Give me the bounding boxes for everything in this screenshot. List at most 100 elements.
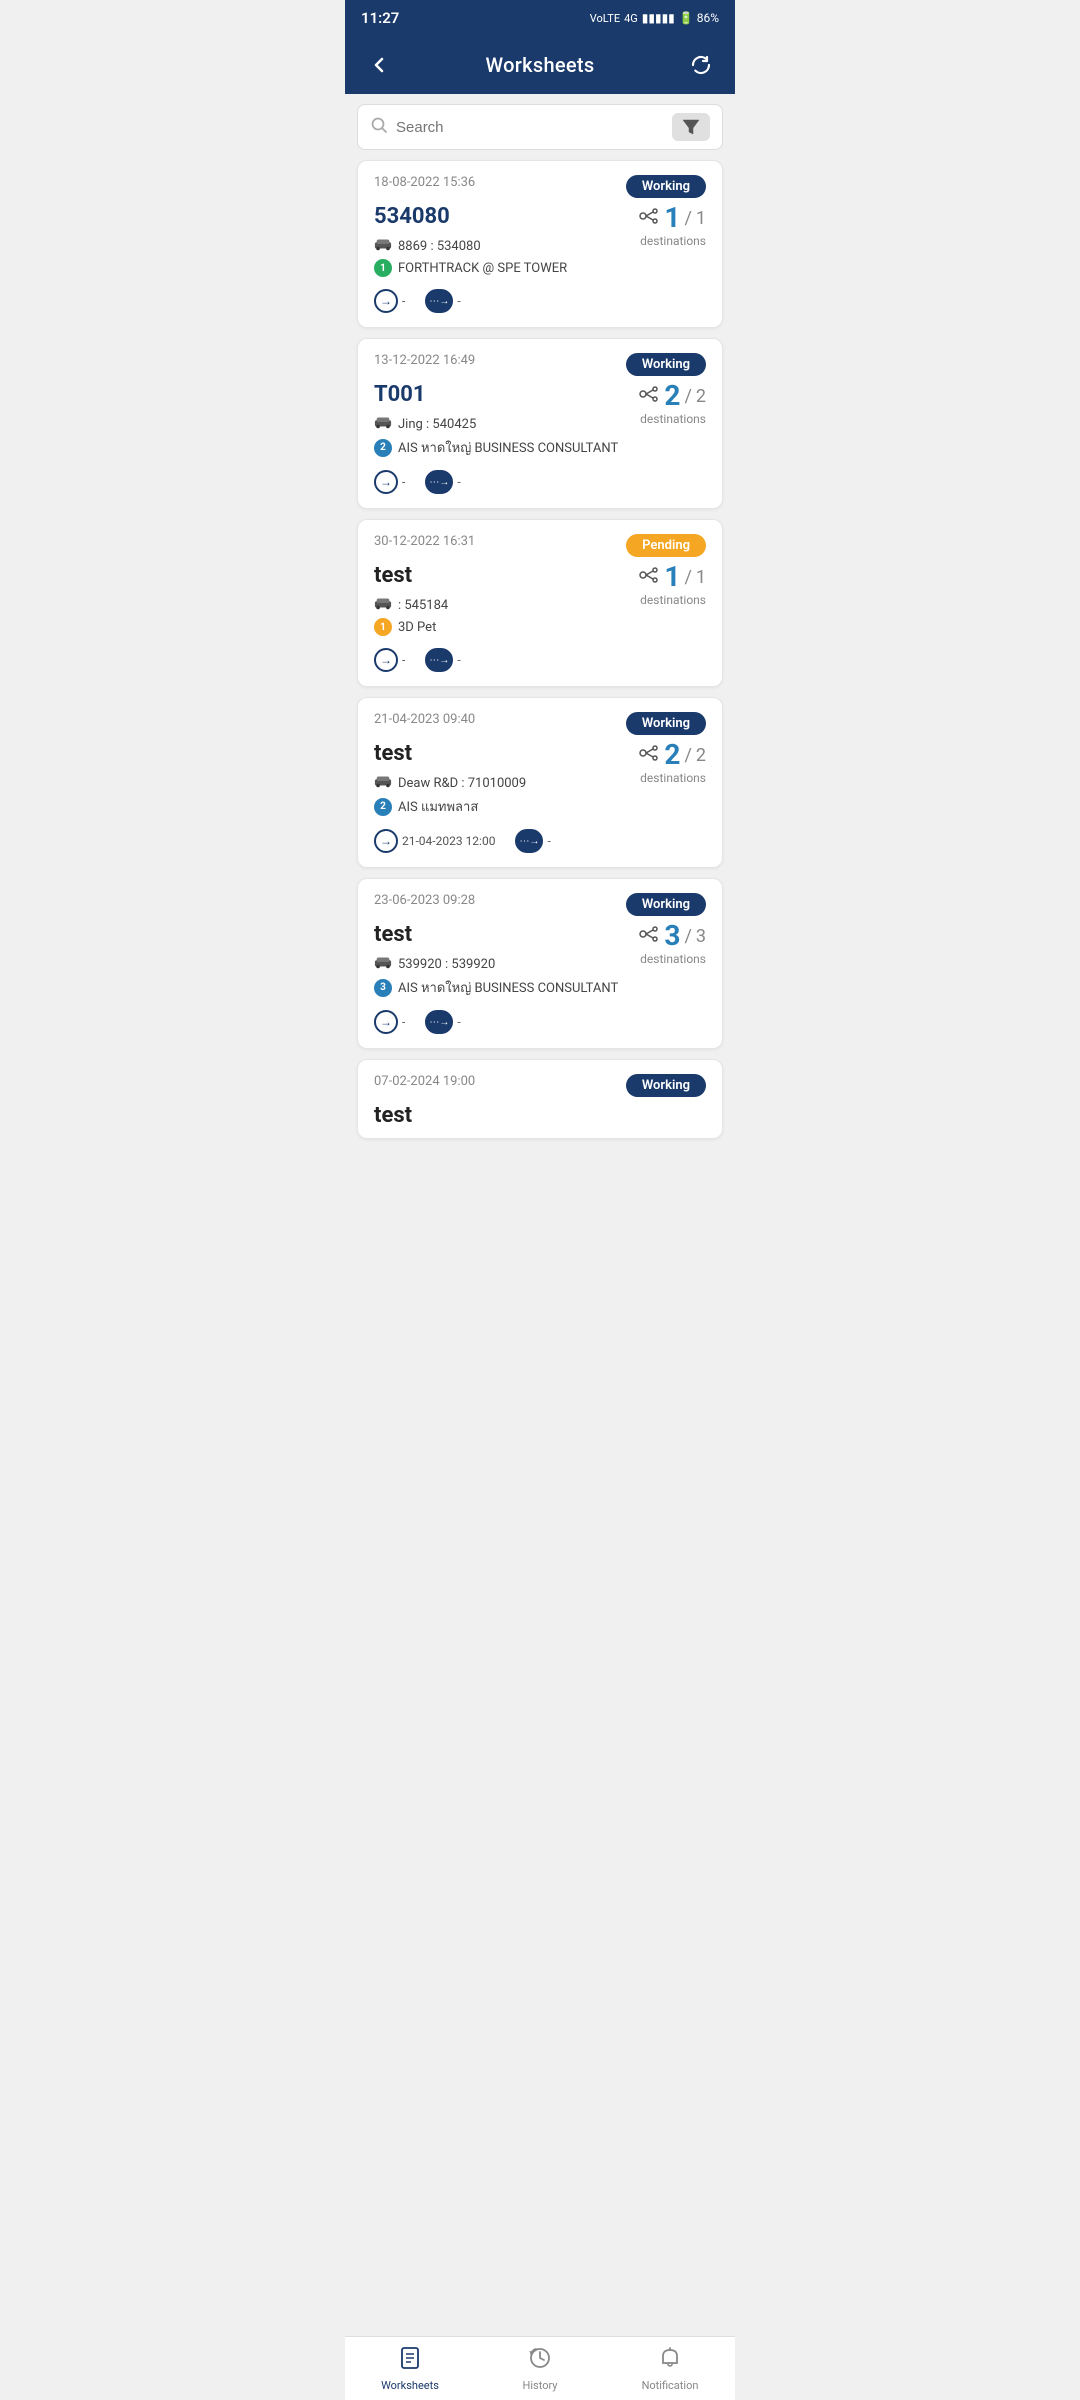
bottom-nav: Worksheets History Notification [345, 2336, 735, 2400]
card-work-id: T001 [374, 382, 618, 407]
search-icon [370, 116, 388, 138]
dest-total: 3 [696, 926, 706, 947]
destinations-label: destinations [640, 234, 706, 248]
cards-container: 18-08-2022 15:36 Working 534080 8869 : 5… [345, 160, 735, 1219]
start-arrow-icon: → [374, 289, 398, 313]
location-name: AIS หาดใหญ่ BUSINESS CONSULTANT [398, 977, 618, 998]
dest-count: 2 [664, 382, 680, 410]
dest-total: 2 [696, 386, 706, 407]
status-icons: VoLTE 4G ▮▮▮▮▮ 🔋 86% [590, 11, 719, 25]
destinations-block: 1 / 1 destinations [638, 204, 706, 248]
card-date: 30-12-2022 16:31 [374, 534, 475, 549]
card-date: 18-08-2022 15:36 [374, 175, 475, 190]
status-badge: Working [626, 175, 706, 198]
card-location-row: 1 FORTHTRACK @ SPE TOWER [374, 259, 567, 277]
worksheets-icon [398, 2346, 422, 2376]
card-vehicle-row: : 545184 [374, 596, 448, 614]
location-name: FORTHTRACK @ SPE TOWER [398, 261, 567, 276]
card-footer: → - ⋯→ - [374, 289, 706, 313]
notification-icon [658, 2346, 682, 2376]
car-icon [374, 774, 392, 792]
card-work-id: test [374, 563, 448, 588]
worksheet-card-4[interactable]: 21-04-2023 09:40 Working test Deaw R&D :… [357, 697, 723, 868]
vehicle-info: 8869 : 534080 [398, 239, 481, 254]
card-work-id: test [374, 741, 526, 766]
card-footer: → - ⋯→ - [374, 470, 706, 494]
destinations-label: destinations [640, 771, 706, 785]
card-footer: → - ⋯→ - [374, 1010, 706, 1034]
car-icon [374, 955, 392, 973]
card-vehicle-row: 539920 : 539920 [374, 955, 618, 973]
refresh-button[interactable] [683, 47, 719, 83]
card-date: 21-04-2023 09:40 [374, 712, 475, 727]
card-location-row: 2 AIS หาดใหญ่ BUSINESS CONSULTANT [374, 437, 618, 458]
worksheet-card-6[interactable]: 07-02-2024 19:00 Working test [357, 1059, 723, 1139]
destinations-block: 2 / 2 destinations [638, 741, 706, 785]
back-button[interactable] [361, 47, 397, 83]
status-badge: Working [626, 893, 706, 916]
nav-history-label: History [523, 2379, 558, 2392]
destinations-block: 2 / 2 destinations [638, 382, 706, 426]
card-date: 13-12-2022 16:49 [374, 353, 475, 368]
card-footer: → 21-04-2023 12:00 ⋯→ - [374, 829, 706, 853]
destinations-label: destinations [640, 412, 706, 426]
worksheet-card-5[interactable]: 23-06-2023 09:28 Working test 539920 : 5… [357, 878, 723, 1049]
location-name: 3D Pet [398, 620, 436, 635]
location-badge: 1 [374, 259, 392, 277]
destinations-label: destinations [640, 952, 706, 966]
footer-left: - [402, 1015, 405, 1029]
start-arrow-icon: → [374, 648, 398, 672]
nav-notification[interactable]: Notification [605, 2338, 735, 2400]
dest-total: 2 [696, 745, 706, 766]
end-arrow-icon: ⋯→ [425, 470, 453, 494]
nav-history[interactable]: History [475, 2338, 605, 2400]
end-arrow-icon: ⋯→ [515, 829, 543, 853]
end-arrow-icon: ⋯→ [425, 1010, 453, 1034]
status-badge: Working [626, 712, 706, 735]
status-badge: Working [626, 353, 706, 376]
car-icon [374, 237, 392, 255]
battery-icon: 🔋 86% [679, 11, 719, 25]
filter-icon [682, 119, 700, 135]
worksheet-card-2[interactable]: 13-12-2022 16:49 Working T001 Jing : 540… [357, 338, 723, 509]
card-location-row: 3 AIS หาดใหญ่ BUSINESS CONSULTANT [374, 977, 618, 998]
card-work-id: test [374, 922, 618, 947]
footer-right: - [457, 294, 460, 308]
dest-count: 1 [664, 563, 680, 591]
footer-right: - [457, 1015, 460, 1029]
page-title: Worksheets [486, 53, 595, 77]
location-badge: 1 [374, 618, 392, 636]
search-input[interactable] [396, 119, 664, 136]
status-badge: Working [626, 1074, 706, 1097]
start-arrow-icon: → [374, 829, 398, 853]
worksheet-card-3[interactable]: 30-12-2022 16:31 Pending test : 545184 1… [357, 519, 723, 687]
vehicle-info: 539920 : 539920 [398, 957, 495, 972]
volte-icon: VoLTE [590, 12, 620, 25]
status-bar: 11:27 VoLTE 4G ▮▮▮▮▮ 🔋 86% [345, 0, 735, 36]
status-time: 11:27 [361, 9, 399, 27]
nav-notification-label: Notification [642, 2379, 699, 2392]
car-icon [374, 415, 392, 433]
card-date: 23-06-2023 09:28 [374, 893, 475, 908]
card-date: 07-02-2024 19:00 [374, 1074, 475, 1089]
card-work-id: 534080 [374, 204, 567, 229]
route-icon [638, 923, 660, 949]
filter-button[interactable] [672, 113, 710, 141]
dest-count: 3 [664, 922, 680, 950]
footer-right: - [457, 475, 460, 489]
nav-worksheets-label: Worksheets [381, 2379, 439, 2392]
worksheet-card-1[interactable]: 18-08-2022 15:36 Working 534080 8869 : 5… [357, 160, 723, 328]
top-nav: Worksheets [345, 36, 735, 94]
destinations-block: 1 / 1 destinations [638, 563, 706, 607]
footer-right: - [547, 834, 550, 848]
start-arrow-icon: → [374, 470, 398, 494]
end-arrow-icon: ⋯→ [425, 648, 453, 672]
destinations-label: destinations [640, 593, 706, 607]
route-icon [638, 205, 660, 231]
dest-count: 2 [664, 741, 680, 769]
search-bar-wrapper [345, 94, 735, 160]
nav-worksheets[interactable]: Worksheets [345, 2338, 475, 2400]
dest-count: 1 [664, 204, 680, 232]
card-footer: → - ⋯→ - [374, 648, 706, 672]
card-vehicle-row: Deaw R&D : 71010009 [374, 774, 526, 792]
